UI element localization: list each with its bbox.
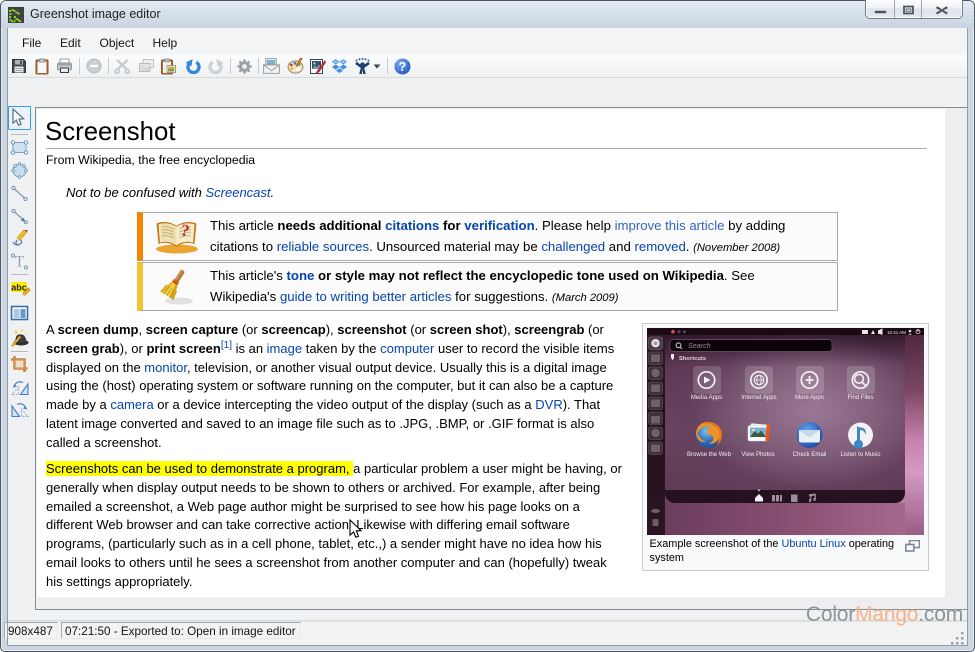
svg-text:abc: abc (11, 283, 27, 293)
svg-text:Search: Search (688, 341, 711, 350)
svg-text:Shortcuts: Shortcuts (679, 356, 706, 362)
svg-text:T: T (15, 254, 25, 271)
svg-text:?: ? (399, 60, 407, 74)
svg-text:10:41 AM: 10:41 AM (887, 329, 906, 334)
